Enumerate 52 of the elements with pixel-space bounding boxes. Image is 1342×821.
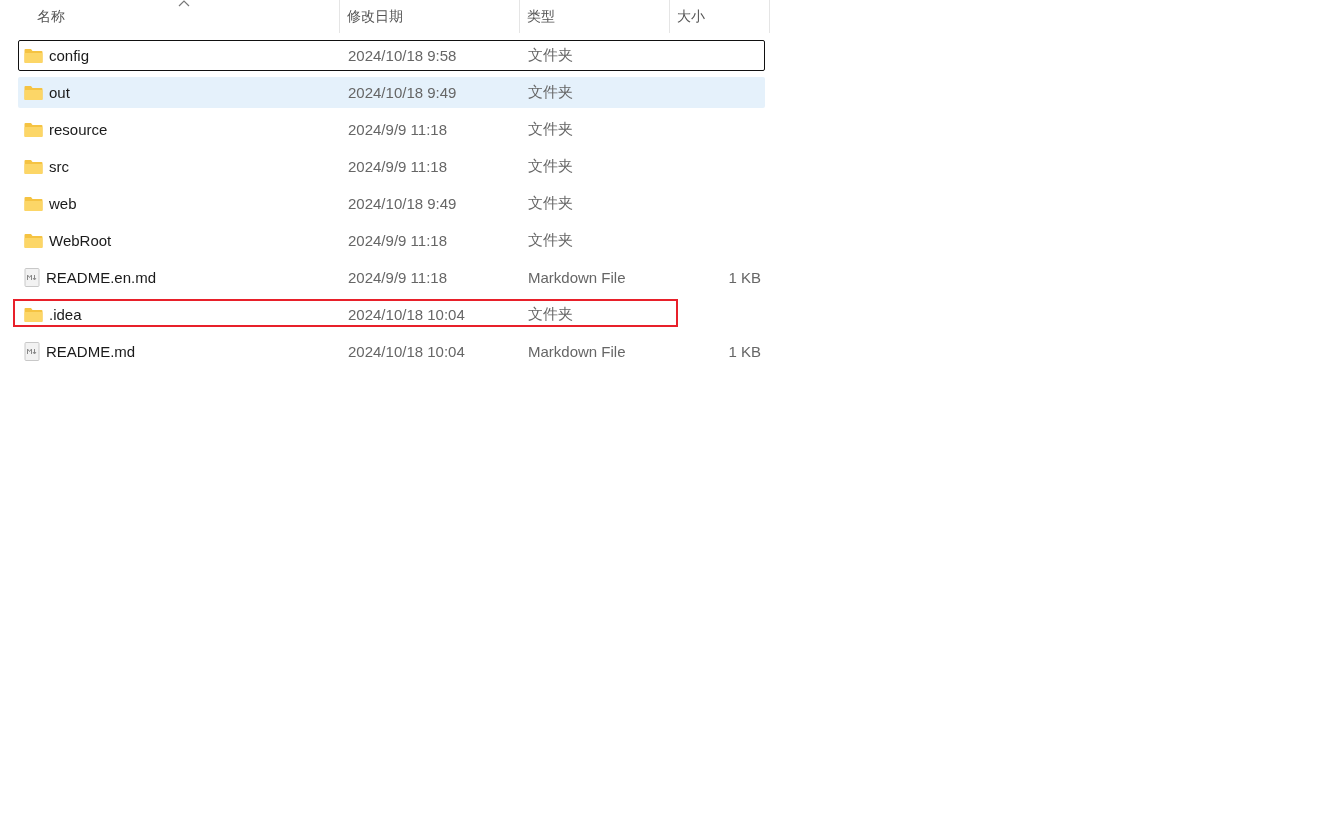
file-row[interactable]: WebRoot 2024/9/9 11:18 文件夹	[18, 225, 765, 256]
modified-date: 2024/10/18 9:49	[348, 84, 457, 101]
column-header[interactable]: 修改日期	[340, 0, 520, 33]
folder-icon	[24, 195, 43, 212]
modified-date: 2024/10/18 9:58	[348, 47, 457, 64]
modified-date: 2024/9/9 11:18	[348, 121, 447, 138]
file-name: src	[49, 158, 69, 175]
file-row[interactable]: web 2024/10/18 9:49 文件夹	[18, 188, 765, 219]
file-name: .idea	[49, 306, 82, 323]
file-type: 文件夹	[528, 120, 573, 139]
folder-icon	[24, 158, 43, 175]
file-type: 文件夹	[528, 157, 573, 176]
file-name: WebRoot	[49, 232, 112, 249]
file-size: 1 KB	[728, 343, 761, 360]
file-type: 文件夹	[528, 305, 573, 324]
file-name: README.md	[46, 343, 136, 360]
file-size: 1 KB	[728, 269, 761, 286]
file-name: out	[49, 84, 70, 101]
file-name: README.en.md	[46, 269, 157, 286]
column-header[interactable]: 名称	[18, 0, 340, 33]
folder-icon	[24, 84, 43, 101]
file-row[interactable]: resource 2024/9/9 11:18 文件夹	[18, 114, 765, 145]
column-header[interactable]: 大小	[670, 0, 770, 33]
file-row[interactable]: config 2024/10/18 9:58 文件夹	[18, 40, 765, 71]
file-type: 文件夹	[528, 46, 573, 65]
modified-date: 2024/10/18 9:49	[348, 195, 457, 212]
document-icon	[24, 268, 40, 287]
file-name: web	[49, 195, 77, 212]
file-name: config	[49, 47, 90, 64]
modified-date: 2024/9/9 11:18	[348, 158, 447, 175]
folder-icon	[24, 306, 43, 323]
file-type: Markdown File	[528, 269, 626, 286]
file-type: 文件夹	[528, 231, 573, 250]
file-row[interactable]: out 2024/10/18 9:49 文件夹	[18, 77, 765, 108]
file-type: Markdown File	[528, 343, 626, 360]
modified-date: 2024/10/18 10:04	[348, 306, 465, 323]
file-row[interactable]: src 2024/9/9 11:18 文件夹	[18, 151, 765, 182]
modified-date: 2024/9/9 11:18	[348, 232, 447, 249]
file-name: resource	[49, 121, 108, 138]
file-row[interactable]: README.en.md 2024/9/9 11:18 Markdown File 1 KB	[18, 262, 765, 293]
file-type: 文件夹	[528, 83, 573, 102]
folder-icon	[24, 232, 43, 249]
document-icon	[24, 342, 40, 361]
folder-icon	[24, 121, 43, 138]
folder-icon	[24, 47, 43, 64]
file-row[interactable]: README.md 2024/10/18 10:04 Markdown File 1 KB	[18, 336, 765, 367]
modified-date: 2024/9/9 11:18	[348, 269, 447, 286]
column-header[interactable]: 类型	[520, 0, 670, 33]
sort-caret-icon	[177, 0, 190, 7]
modified-date: 2024/10/18 10:04	[348, 343, 465, 360]
file-type: 文件夹	[528, 194, 573, 213]
file-row[interactable]: .idea 2024/10/18 10:04 文件夹	[18, 299, 765, 330]
